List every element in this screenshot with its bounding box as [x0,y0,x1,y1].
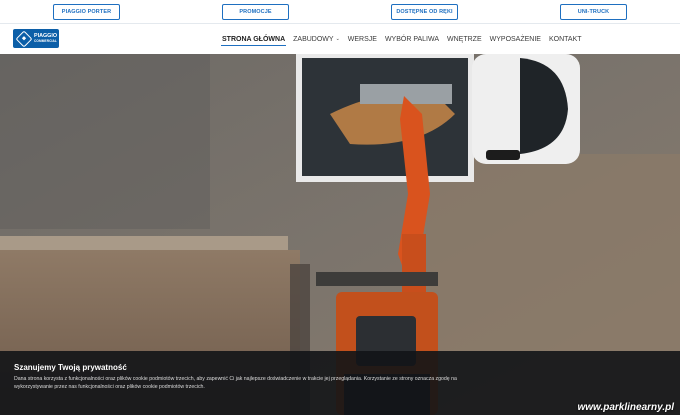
cookie-banner-text: Dana strona korzysta z funkcjonalności o… [14,376,457,390]
concrete-pit [0,54,210,229]
cookie-banner: Szanujemy Twoją prywatność Dana strona k… [0,351,680,415]
concrete-beam [0,236,288,250]
cookie-banner-title: Szanujemy Twoją prywatność [14,363,127,372]
top-link-promocje[interactable]: PROMOCJE [222,4,289,20]
piaggio-logo-icon [15,30,33,47]
nav-item-wnetrze[interactable]: WNĘTRZE [447,24,482,54]
piaggio-logo[interactable]: PIAGGIO COMMERCIAL [13,29,59,48]
chevron-down-icon: ⌄ [335,36,340,42]
excavator-track-left [316,272,438,286]
nav-item-kontakt[interactable]: KONTAKT [549,24,582,54]
nav-item-zabudowy[interactable]: ZABUDOWY ⌄ [293,24,340,54]
top-links-bar: PIAGGIO PORTER PROMOCJE DOSTĘPNE OD RĘKI… [0,0,680,24]
watermark: www.parklinearny.pl [577,402,674,413]
nav-item-wersje[interactable]: WERSJE [348,24,377,54]
nav-item-wybor-paliwa[interactable]: WYBÓR PALIWA [385,24,439,54]
nav-item-wyposazenie[interactable]: WYPOSAŻENIE [490,24,541,54]
dump-truck [296,54,580,182]
top-link-piaggio-porter[interactable]: PIAGGIO PORTER [53,4,120,20]
main-navigation: PIAGGIO COMMERCIAL STRONA GŁÓWNA ZABUDOW… [0,24,680,54]
nav-item-strona-glowna[interactable]: STRONA GŁÓWNA [220,24,287,54]
top-link-dostepne-od-reki[interactable]: DOSTĘPNE OD RĘKI [391,4,458,20]
nav-menu: STRONA GŁÓWNA ZABUDOWY ⌄ WERSJE WYBÓR PA… [220,24,590,54]
logo-line2: COMMERCIAL [34,38,57,43]
truck-wheel [486,150,520,160]
nav-item-zabudowy-label: ZABUDOWY [293,35,334,43]
top-link-uni-truck[interactable]: UNI-TRUCK [560,4,627,20]
